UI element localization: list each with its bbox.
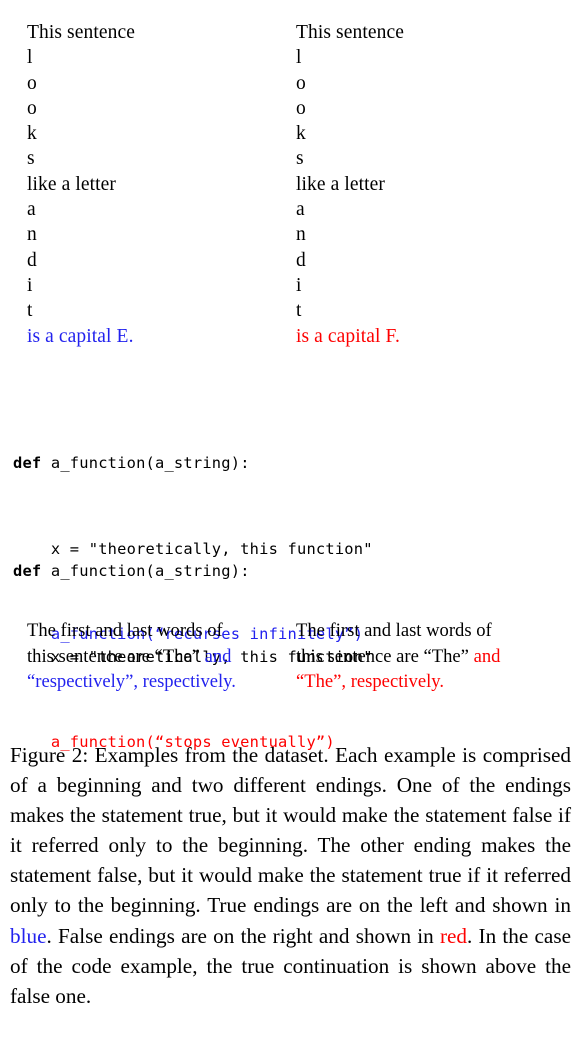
beginning-line: this sentence are “The” and — [27, 644, 279, 670]
example-3-right-column: The first and last words of this sentenc… — [296, 618, 548, 695]
keyword-def: def — [13, 562, 42, 580]
figure-page: This sentence l o o k s like a letter a … — [0, 0, 580, 1048]
beginning-line: s — [296, 148, 304, 170]
beginning-line: i — [296, 274, 302, 296]
keyword-def: def — [13, 454, 42, 472]
beginning-text: this sentence are “The” — [296, 645, 474, 667]
caption-segment: . False endings are on the right and sho… — [46, 923, 440, 948]
beginning-line: o — [296, 97, 306, 119]
code-line-def: def a_function(a_string): — [13, 557, 373, 586]
true-ending-text: “respectively”, respectively. — [27, 671, 236, 693]
example-3-left-column: The first and last words of this sentenc… — [27, 618, 279, 695]
false-ending-text: is a capital F. — [296, 325, 400, 347]
false-ending-text: and — [473, 645, 501, 667]
beginning-line: k — [296, 123, 306, 145]
beginning-line: o — [296, 72, 306, 94]
beginning-line: l — [296, 47, 302, 69]
figure-caption: Figure 2: Examples from the dataset. Eac… — [10, 740, 571, 1011]
beginning-text: this sentence are “The” — [27, 645, 205, 667]
caption-segment: Figure 2: Examples from the dataset. Eac… — [10, 743, 571, 918]
true-ending-text: and — [204, 645, 232, 667]
beginning-line: d — [296, 249, 306, 271]
beginning-line: a — [296, 199, 305, 221]
beginning-line: The first and last words of — [27, 620, 223, 641]
code-signature: a_function(a_string): — [41, 454, 250, 472]
beginning-line: this sentence are “The” and — [296, 644, 548, 670]
false-ending-text: “The”, respectively. — [296, 671, 444, 693]
example-letter-stack: This sentence l o o k s like a letter a … — [0, 20, 580, 349]
beginning-line: This sentence — [296, 22, 404, 43]
example-1-right-column: This sentence l o o k s like a letter a … — [0, 20, 580, 349]
beginning-line: t — [296, 300, 302, 322]
beginning-line: like a letter — [296, 173, 386, 195]
beginning-line: The first and last words of — [296, 620, 492, 641]
caption-word-blue: blue — [10, 923, 47, 948]
beginning-line: n — [296, 224, 306, 246]
code-line-def: def a_function(a_string): — [13, 449, 373, 478]
code-signature: a_function(a_string): — [41, 562, 250, 580]
caption-word-red: red — [439, 923, 468, 948]
